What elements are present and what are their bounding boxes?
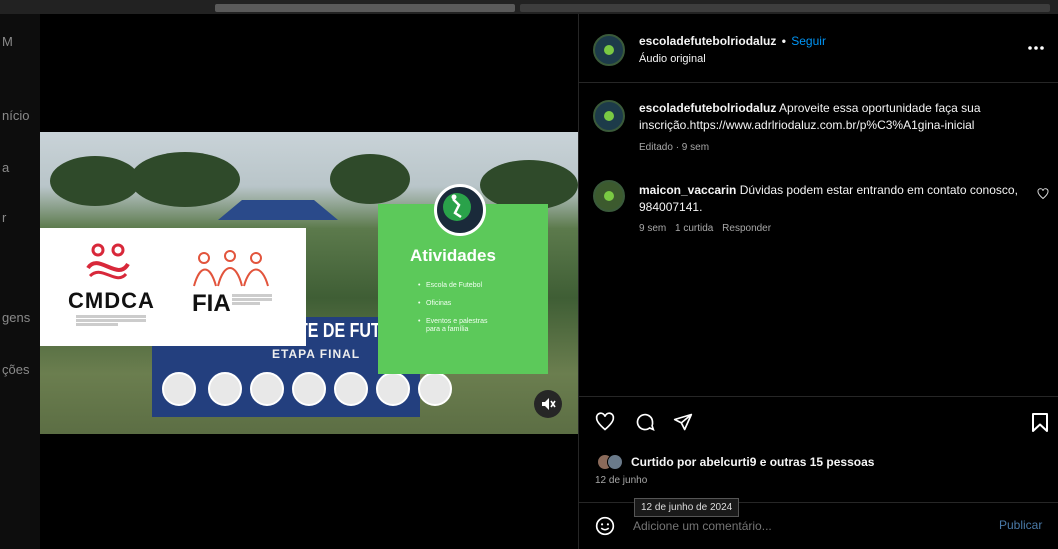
send-icon — [673, 413, 693, 431]
commenter-avatar[interactable] — [593, 180, 625, 212]
caption-meta: Editado · 9 sem — [639, 142, 710, 153]
fia-subtitle — [232, 293, 272, 306]
likes-summary: Curtido por abelcurti9 e outras 15 pesso… — [631, 455, 874, 469]
speaker-muted-icon — [542, 398, 556, 410]
emoji-icon — [595, 516, 615, 536]
more-options-button[interactable] — [1027, 38, 1045, 56]
comment-meta: 9 sem 1 curtida Responder — [639, 223, 771, 234]
comment-author[interactable]: maicon_vaccarin — [639, 183, 736, 197]
list-item: Escola de Futebol — [418, 282, 492, 290]
fia-logo-text: FIA — [192, 290, 231, 317]
publish-button[interactable]: Publicar — [999, 518, 1042, 532]
club-badge — [334, 372, 368, 406]
heart-icon — [1037, 188, 1049, 200]
author-username[interactable]: escoladefutebolriodaluz — [639, 34, 776, 48]
caption: escoladefutebolriodaluz Aproveite essa o… — [639, 100, 1029, 134]
nav-item-partial[interactable]: nício — [2, 108, 29, 123]
caption-author[interactable]: escoladefutebolriodaluz — [639, 101, 776, 115]
audio-label[interactable]: Áudio original — [639, 53, 706, 65]
background-tree — [130, 152, 240, 207]
top-strip-block — [520, 4, 1050, 12]
likes-prefix: Curtido por — [631, 455, 697, 469]
nav-item-partial[interactable]: gens — [2, 310, 30, 325]
follow-button[interactable]: Seguir — [791, 34, 826, 48]
separator-dot: • — [781, 34, 786, 48]
list-item: Oficinas — [418, 300, 492, 308]
post-header: escoladefutebolriodaluz • Seguir — [639, 34, 826, 48]
comment-input[interactable] — [631, 514, 975, 538]
likes-user[interactable]: abelcurti9 — [700, 455, 757, 469]
sponsor-card: CMDCA FIA — [40, 228, 306, 346]
author-avatar[interactable] — [593, 100, 625, 132]
cmdca-subtitle — [76, 314, 146, 327]
club-badge — [208, 372, 242, 406]
nav-item-partial[interactable]: a — [2, 160, 9, 175]
bookmark-icon — [1032, 413, 1048, 432]
more-options-icon — [1028, 46, 1044, 50]
top-strip-block — [215, 4, 515, 12]
author-avatar[interactable] — [593, 34, 625, 66]
post-date[interactable]: 12 de junho — [595, 475, 647, 486]
club-badge — [418, 372, 452, 406]
list-item: Eventos e palestras para a família — [418, 318, 492, 334]
post-details-panel: escoladefutebolriodaluz • Seguir Áudio o… — [578, 14, 1058, 549]
club-badge — [250, 372, 284, 406]
divider — [579, 396, 1058, 397]
divider — [579, 82, 1058, 83]
comment-button[interactable] — [635, 412, 655, 437]
liker-avatars[interactable] — [597, 454, 629, 470]
background-tree — [50, 156, 140, 206]
nav-item-partial[interactable]: ções — [2, 362, 29, 377]
left-navigation: M nício a r gens ções — [0, 14, 40, 549]
heart-icon — [595, 412, 615, 431]
date-tooltip: 12 de junho de 2024 — [634, 498, 740, 517]
football-player-icon — [443, 193, 471, 221]
comment: maicon_vaccarin Dúvidas podem estar entr… — [639, 182, 1019, 216]
cmdca-logo-icon — [86, 243, 130, 280]
emoji-button[interactable] — [595, 516, 615, 541]
activities-list: Escola de Futebol Oficinas Eventos e pal… — [418, 282, 492, 344]
nav-item-partial[interactable]: r — [2, 210, 6, 225]
likes-suffix[interactable]: e outras 15 pessoas — [760, 455, 875, 469]
activities-title: Atividades — [410, 246, 496, 265]
tent — [218, 200, 338, 220]
comment-time: 9 sem — [639, 223, 667, 234]
browser-top-strip — [0, 0, 1058, 14]
background-tree — [330, 154, 410, 204]
comment-like-button[interactable] — [1037, 187, 1049, 205]
avatar — [607, 454, 623, 470]
post-media-area: TE DE FUT ETAPA FINAL CMDCA FIA Atividad… — [40, 14, 578, 549]
reel-video[interactable]: TE DE FUT ETAPA FINAL CMDCA FIA Atividad… — [40, 132, 578, 434]
club-badge — [376, 372, 410, 406]
club-badge — [292, 372, 326, 406]
school-logo-icon — [434, 184, 486, 236]
share-button[interactable] — [673, 412, 693, 437]
comment-icon — [636, 413, 655, 431]
comment-likes[interactable]: 1 curtida — [675, 223, 713, 234]
reply-button[interactable]: Responder — [722, 223, 771, 234]
fia-logo-icon — [193, 250, 269, 287]
cmdca-logo-text: CMDCA — [68, 288, 155, 313]
banner-subtitle: ETAPA FINAL — [272, 347, 361, 361]
save-button[interactable] — [1031, 412, 1049, 437]
like-button[interactable] — [595, 412, 615, 437]
background-tree — [480, 160, 578, 210]
nav-item-partial[interactable]: M — [2, 34, 13, 49]
club-badge — [162, 372, 196, 406]
mute-button[interactable] — [534, 390, 562, 418]
banner-title: TE DE FUT — [298, 320, 381, 342]
